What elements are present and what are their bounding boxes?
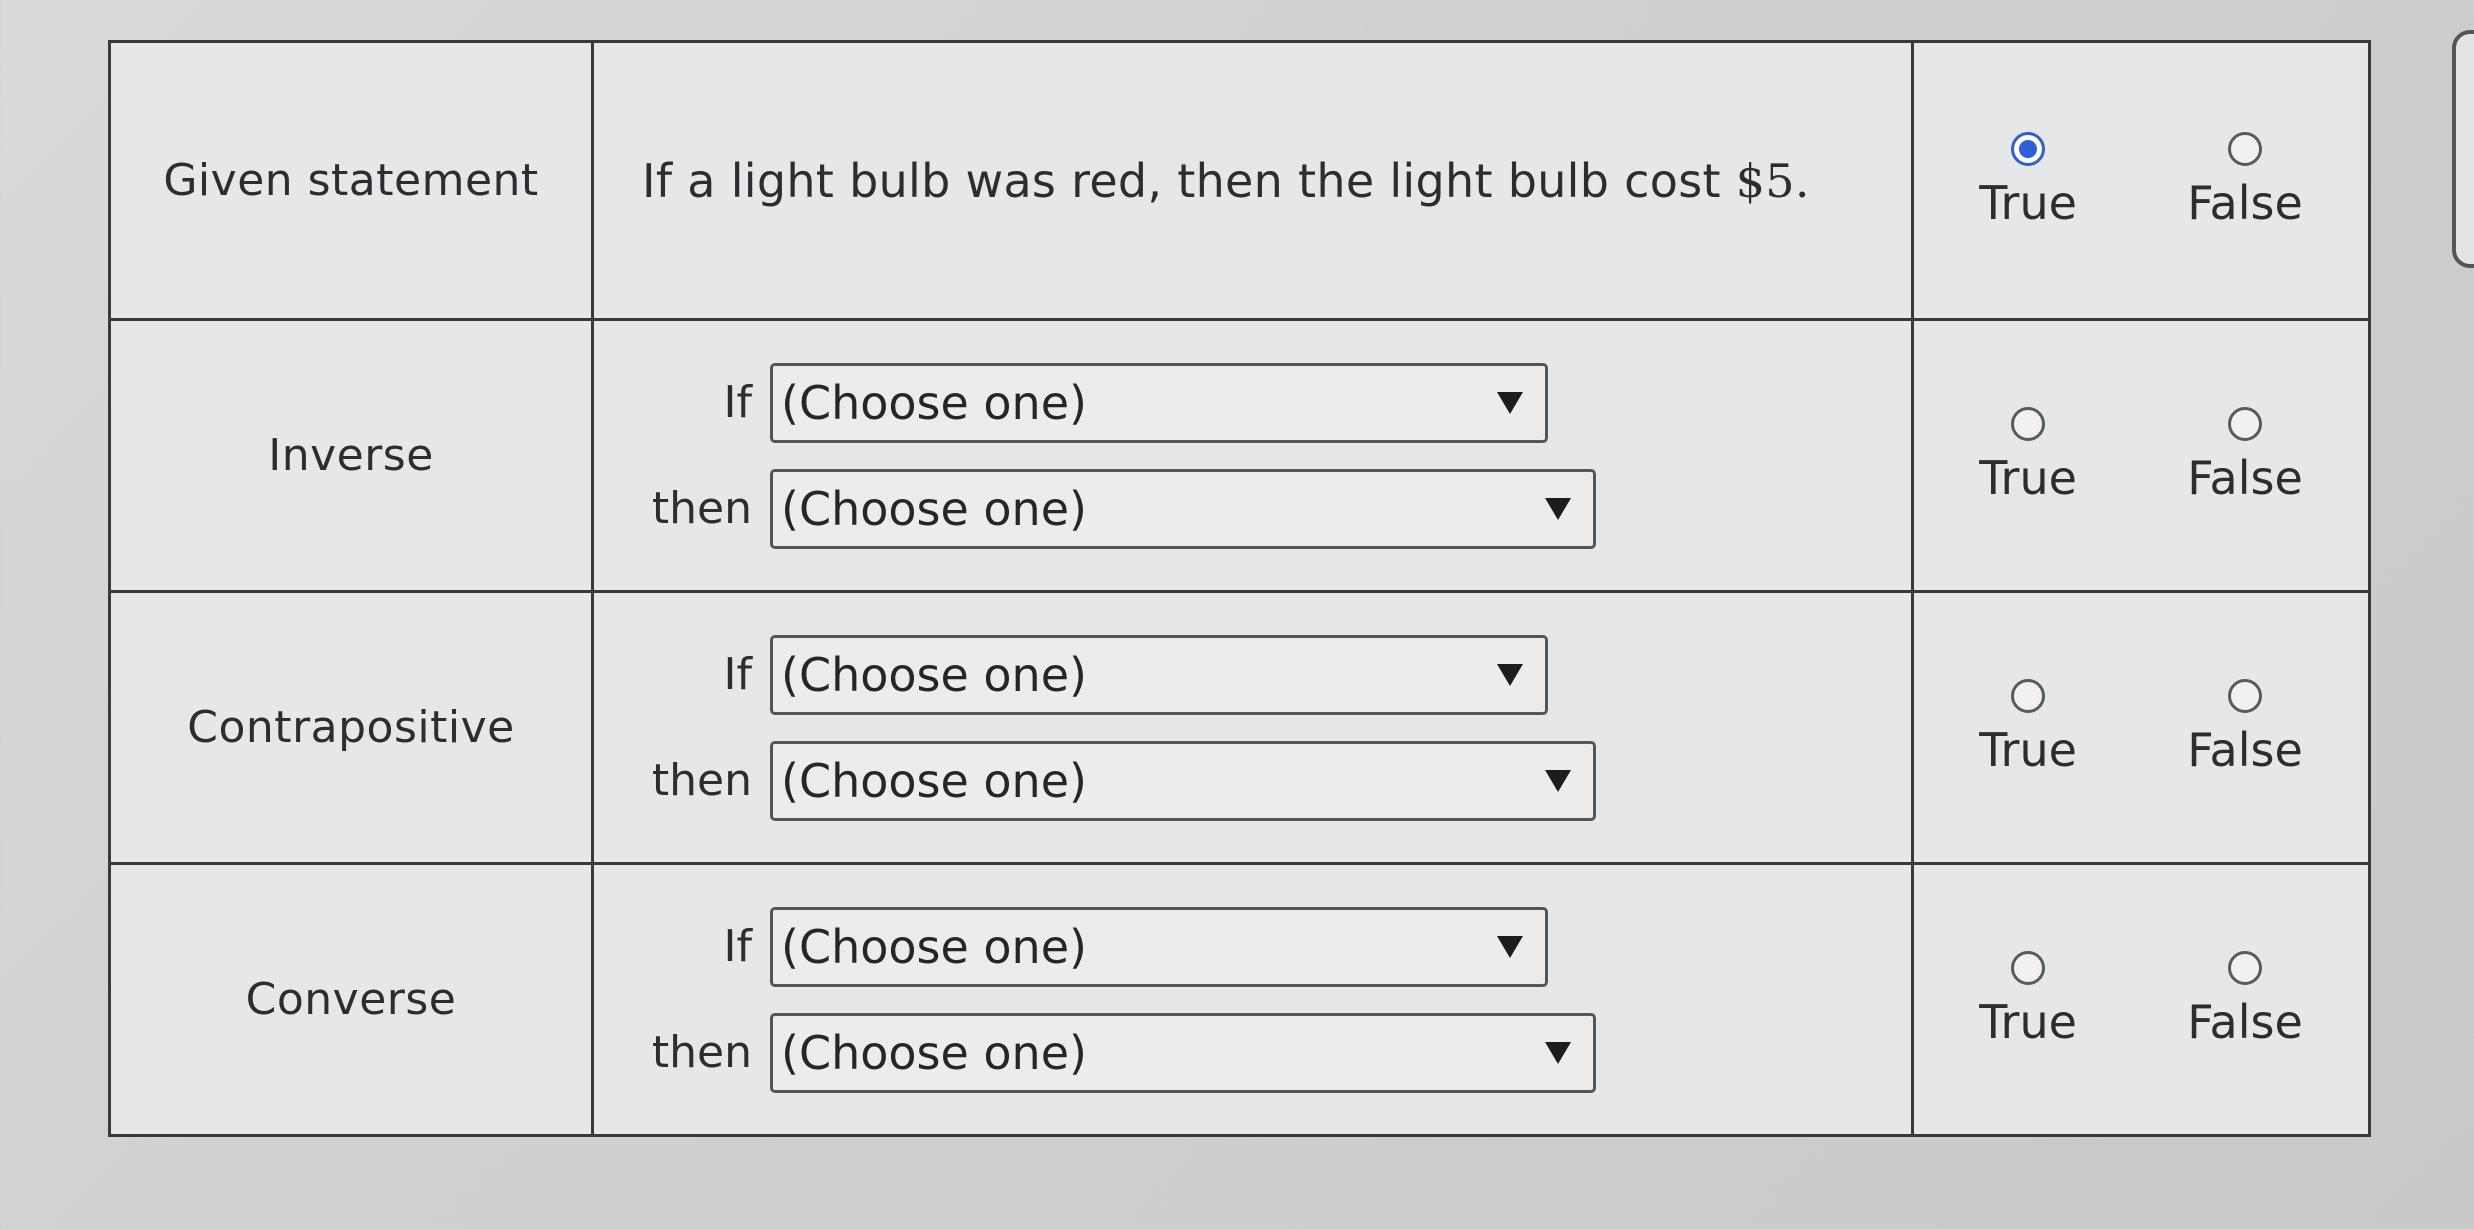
given-truth-cell: True False — [1911, 40, 2371, 321]
converse-false-radio[interactable] — [2228, 950, 2263, 985]
given-truth-options: True False — [1914, 131, 2368, 230]
converse-true-label: True — [1979, 994, 2077, 1049]
given-false-option[interactable]: False — [2187, 131, 2303, 230]
given-false-label: False — [2187, 175, 2303, 230]
inverse-false-option[interactable]: False — [2187, 406, 2303, 505]
inverse-truth-cell: True False — [1911, 318, 2371, 593]
inverse-false-radio[interactable] — [2228, 406, 2263, 441]
inverse-if-line: If (Choose one) — [642, 362, 1911, 443]
converse-row: Converse If (Choose one) then (Choose on… — [108, 862, 2371, 1137]
inverse-true-radio[interactable] — [2011, 406, 2046, 441]
contrapositive-true-label: True — [1979, 722, 2077, 777]
contrapositive-then-line: then (Choose one) — [642, 740, 1911, 821]
inverse-dropdowns: If (Choose one) then (Choose one) — [594, 362, 1911, 549]
contrapositive-truth-options: True False — [1914, 678, 2368, 777]
inverse-label: Inverse — [108, 318, 594, 593]
inverse-then-prefix: then — [651, 483, 752, 534]
converse-then-select-value: (Choose one) — [781, 1025, 1087, 1080]
screen: Given statement If a light bulb was red,… — [0, 0, 2474, 1229]
inverse-false-label: False — [2187, 450, 2303, 505]
converse-dropdowns: If (Choose one) then (Choose one) — [594, 906, 1911, 1093]
contrapositive-truth-cell: True False — [1911, 590, 2371, 865]
contrapositive-if-select-value: (Choose one) — [781, 647, 1087, 702]
inverse-statement-cell: If (Choose one) then (Choose one) — [591, 318, 1914, 593]
contrapositive-then-prefix: then — [651, 755, 752, 806]
inverse-then-select[interactable]: (Choose one) — [770, 468, 1596, 549]
logic-statements-table: Given statement If a light bulb was red,… — [108, 40, 2371, 1137]
given-true-label: True — [1979, 175, 2077, 230]
dropdown-caret-icon — [1497, 935, 1523, 958]
dropdown-caret-icon — [1497, 663, 1523, 686]
contrapositive-if-line: If (Choose one) — [642, 634, 1911, 715]
given-statement-text: If a light bulb was red, then the light … — [594, 154, 1911, 208]
inverse-true-label: True — [1979, 450, 2077, 505]
converse-if-select[interactable]: (Choose one) — [770, 906, 1548, 987]
converse-if-line: If (Choose one) — [642, 906, 1911, 987]
converse-then-line: then (Choose one) — [642, 1012, 1911, 1093]
contrapositive-false-label: False — [2187, 722, 2303, 777]
converse-label: Converse — [108, 862, 594, 1137]
converse-if-prefix: If — [723, 921, 752, 972]
converse-true-option[interactable]: True — [1979, 950, 2077, 1049]
converse-true-radio[interactable] — [2011, 950, 2046, 985]
converse-statement-cell: If (Choose one) then (Choose one) — [591, 862, 1914, 1137]
converse-false-option[interactable]: False — [2187, 950, 2303, 1049]
inverse-if-select[interactable]: (Choose one) — [770, 362, 1548, 443]
given-false-radio[interactable] — [2228, 131, 2263, 166]
given-statement-cell: If a light bulb was red, then the light … — [591, 40, 1914, 321]
dropdown-caret-icon — [1545, 769, 1571, 792]
converse-then-select[interactable]: (Choose one) — [770, 1012, 1596, 1093]
given-true-radio[interactable] — [2011, 131, 2046, 166]
inverse-if-select-value: (Choose one) — [781, 375, 1087, 430]
contrapositive-false-option[interactable]: False — [2187, 678, 2303, 777]
inverse-truth-options: True False — [1914, 406, 2368, 505]
dropdown-caret-icon — [1545, 1041, 1571, 1064]
dropdown-caret-icon — [1545, 497, 1571, 520]
contrapositive-statement-cell: If (Choose one) then (Choose one) — [591, 590, 1914, 865]
converse-false-label: False — [2187, 994, 2303, 1049]
inverse-then-line: then (Choose one) — [642, 468, 1911, 549]
contrapositive-if-prefix: If — [723, 649, 752, 700]
contrapositive-if-select[interactable]: (Choose one) — [770, 634, 1548, 715]
contrapositive-then-select-value: (Choose one) — [781, 753, 1087, 808]
given-statement-body: If a light bulb was red, then the light … — [642, 153, 1736, 208]
dropdown-caret-icon — [1497, 391, 1523, 414]
converse-truth-options: True False — [1914, 950, 2368, 1049]
contrapositive-true-radio[interactable] — [2011, 678, 2046, 713]
inverse-if-prefix: If — [723, 377, 752, 428]
given-statement-amount: $5. — [1735, 153, 1810, 208]
inverse-then-select-value: (Choose one) — [781, 481, 1087, 536]
contrapositive-false-radio[interactable] — [2228, 678, 2263, 713]
contrapositive-true-option[interactable]: True — [1979, 678, 2077, 777]
converse-truth-cell: True False — [1911, 862, 2371, 1137]
side-panel-handle[interactable] — [2452, 30, 2474, 268]
contrapositive-label: Contrapositive — [108, 590, 594, 865]
inverse-row: Inverse If (Choose one) then (Choose one… — [108, 318, 2371, 593]
inverse-true-option[interactable]: True — [1979, 406, 2077, 505]
contrapositive-dropdowns: If (Choose one) then (Choose one) — [594, 634, 1911, 821]
given-statement-label: Given statement — [108, 40, 594, 321]
contrapositive-then-select[interactable]: (Choose one) — [770, 740, 1596, 821]
converse-then-prefix: then — [651, 1027, 752, 1078]
given-statement-row: Given statement If a light bulb was red,… — [108, 40, 2371, 321]
contrapositive-row: Contrapositive If (Choose one) then (Cho… — [108, 590, 2371, 865]
converse-if-select-value: (Choose one) — [781, 919, 1087, 974]
given-true-option[interactable]: True — [1979, 131, 2077, 230]
